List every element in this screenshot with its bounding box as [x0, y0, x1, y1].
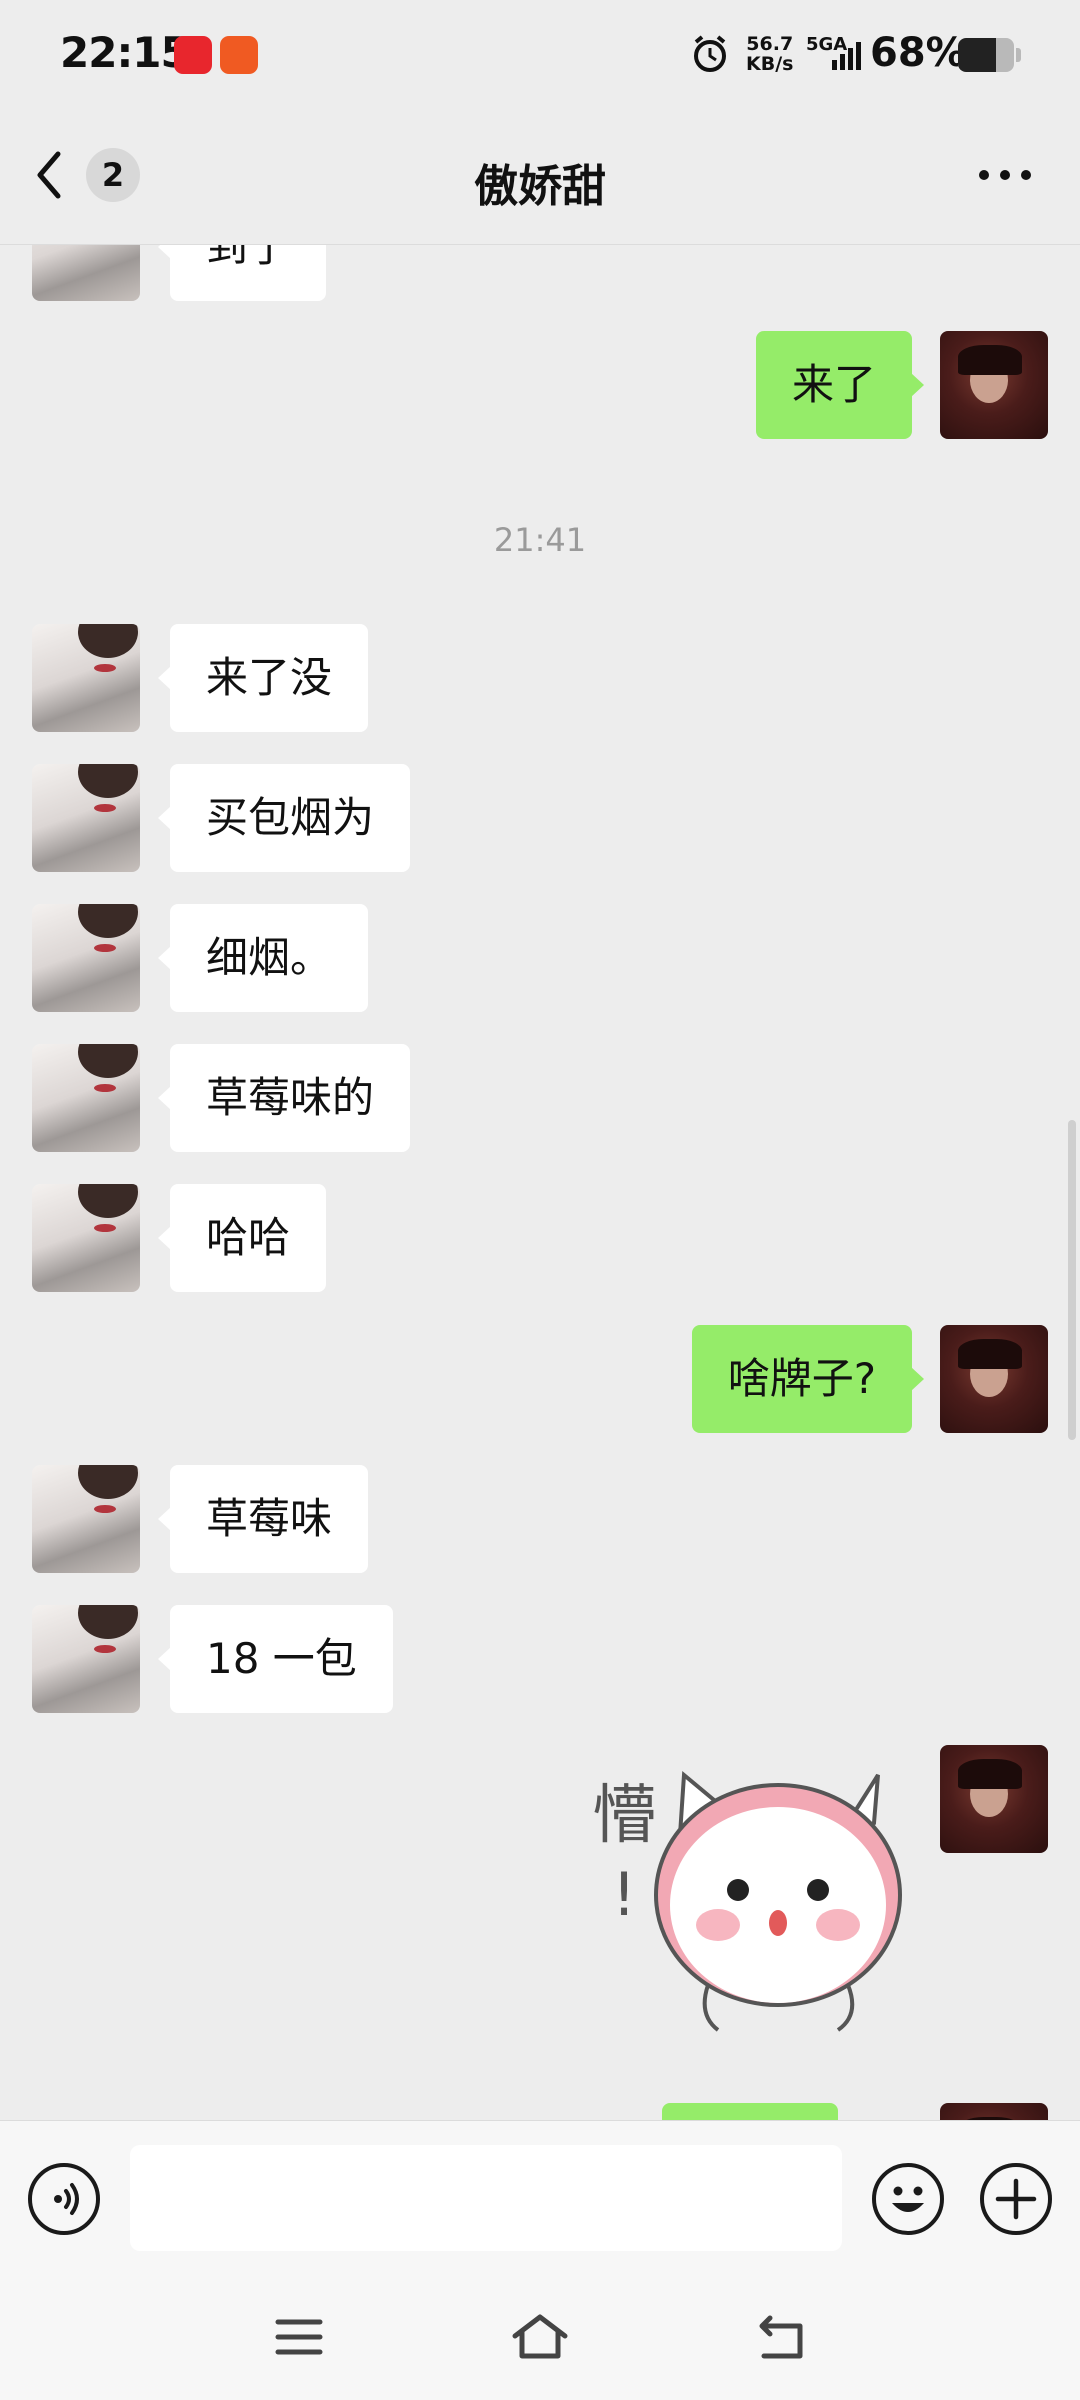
app-notification-icon	[174, 36, 212, 74]
message-bubble-outgoing[interactable]: 啥牌子?	[691, 1325, 925, 1433]
message-list[interactable]: 到了 来了 21:41 来了没 买包烟为 细烟。 草莓味的 哈哈 啥牌子? 草莓…	[0, 245, 1080, 2120]
signal-icon	[832, 42, 861, 70]
message-bubble-incoming[interactable]: 18 一包	[158, 1605, 393, 1713]
my-avatar[interactable]	[940, 1325, 1048, 1433]
message-timestamp: 21:41	[493, 521, 587, 559]
contact-avatar[interactable]	[32, 904, 140, 1012]
contact-avatar[interactable]	[32, 245, 140, 301]
battery-fill	[958, 38, 997, 72]
plus-icon	[995, 2178, 1037, 2220]
chat-header: 2 傲娇甜	[0, 110, 1080, 245]
more-actions-button[interactable]	[980, 2163, 1052, 2235]
contact-avatar[interactable]	[32, 624, 140, 732]
back-nav-icon[interactable]	[756, 2312, 806, 2362]
my-avatar[interactable]	[940, 2103, 1048, 2120]
contact-avatar[interactable]	[32, 764, 140, 872]
message-bubble-incoming[interactable]: 草莓味	[157, 1465, 369, 1573]
message-bubble-outgoing[interactable]: 来了	[755, 331, 925, 439]
emoji-icon	[892, 2186, 924, 2212]
sticker-text: !	[612, 1860, 636, 1930]
scrollbar[interactable]	[1068, 1120, 1076, 1440]
sticker-message[interactable]: 懵 !	[588, 1745, 908, 2035]
battery-icon	[958, 38, 1014, 72]
status-time: 22:15	[60, 28, 190, 77]
voice-icon	[54, 2183, 79, 2215]
emoji-button[interactable]	[872, 2163, 944, 2235]
alarm-icon	[694, 35, 726, 72]
system-navigation-bar	[0, 2268, 1080, 2400]
sticker-text: 懵	[592, 1779, 656, 1853]
contact-avatar[interactable]	[32, 1605, 140, 1713]
message-bubble-incoming[interactable]: 草莓味的	[157, 1044, 411, 1152]
message-bubble-incoming[interactable]: 细烟。	[157, 904, 369, 1012]
chat-title: 傲娇甜	[474, 161, 606, 212]
message-input[interactable]	[130, 2145, 842, 2251]
message-bubble-incoming[interactable]: 买包烟为	[157, 764, 411, 872]
battery-percent: 68%	[870, 30, 966, 76]
contact-avatar[interactable]	[32, 1044, 140, 1152]
message-bubble-incoming[interactable]: 哈哈	[157, 1184, 327, 1292]
my-avatar[interactable]	[940, 1745, 1048, 1853]
message-bubble-outgoing[interactable]	[662, 2103, 838, 2120]
message-bubble-incoming[interactable]: 来了没	[157, 624, 369, 732]
message-bubble-incoming[interactable]: 到了	[157, 245, 327, 301]
voice-input-button[interactable]	[28, 2163, 100, 2235]
battery-tip	[1016, 48, 1021, 62]
app-notification-icon	[220, 36, 258, 74]
menu-icon[interactable]	[274, 2312, 324, 2362]
my-avatar[interactable]	[940, 331, 1048, 439]
contact-avatar[interactable]	[32, 1465, 140, 1573]
more-options-icon[interactable]	[970, 150, 1040, 200]
input-bar	[0, 2120, 1080, 2269]
home-icon[interactable]	[510, 2312, 570, 2362]
contact-avatar[interactable]	[32, 1184, 140, 1292]
status-bar: 22:15 56.7 KB/s 5GA 68%	[0, 0, 1080, 110]
network-speed: 56.7 KB/s	[746, 33, 794, 75]
